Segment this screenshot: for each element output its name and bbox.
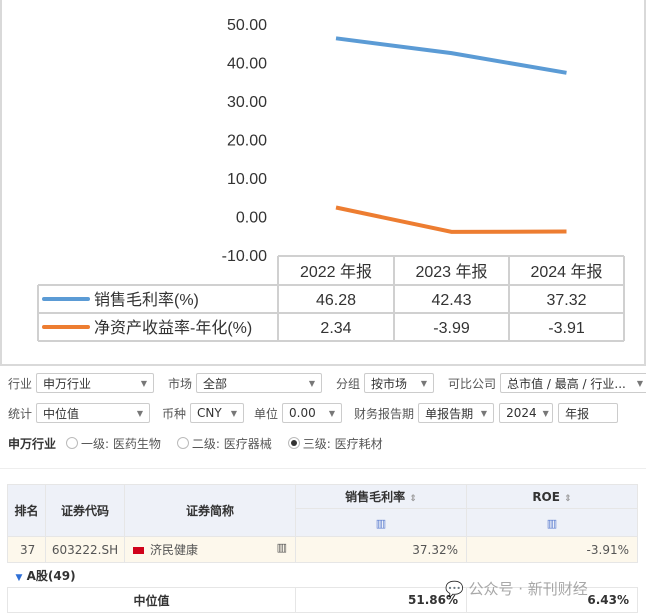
bar-chart-icon[interactable]: ▥ <box>277 541 287 554</box>
median-gross: 51.86% <box>295 587 467 613</box>
data-label: -3.91 <box>548 320 585 337</box>
col-gross[interactable]: 销售毛利率 ⇕ <box>295 484 467 509</box>
gross-chart-cell: ▥ <box>295 508 467 537</box>
table-row[interactable]: 37 603222.SH 济民健康 ▥ 37.32% -3.91% <box>7 536 638 563</box>
period-label: 财务报告期 <box>354 406 415 421</box>
level-label: 三级: 医疗耗材 <box>302 436 383 451</box>
stock-name[interactable]: 济民健康 <box>150 543 198 557</box>
col-roe-label: ROE <box>532 489 560 504</box>
chevron-down-icon: ▼ <box>420 378 428 388</box>
wechat-icon: 💬 <box>445 580 464 598</box>
industry-label: 行业 <box>8 376 33 391</box>
col-rank: 排名 <box>7 484 46 537</box>
level-radio-2[interactable]: 二级: 医疗器械 <box>176 435 272 452</box>
divider <box>0 468 646 469</box>
data-label: 2.34 <box>320 320 351 337</box>
flag-icon <box>133 547 144 554</box>
series-line <box>335 205 567 234</box>
industry-value: 申万行业 <box>43 376 92 391</box>
period-kind-select[interactable]: 年报 <box>558 403 619 423</box>
period-kind-value: 年报 <box>565 406 590 421</box>
chevron-down-icon: ▼ <box>328 408 336 418</box>
y-tick-label: 40.00 <box>227 56 267 73</box>
period-year-value: 2024 <box>506 406 537 420</box>
chart-panel: 50.00 40.00 30.00 20.00 10.00 0.00 -10.00 2022 … <box>0 0 646 366</box>
x-tick-label: 2022 年报 <box>300 263 372 281</box>
x-tick-label: 2023 年报 <box>415 263 487 281</box>
chevron-down-icon: ▼ <box>140 378 148 388</box>
gross-cell: 37.32% <box>295 536 467 563</box>
industry-select[interactable]: 申万行业 ▼ <box>36 373 155 393</box>
data-label: 46.28 <box>316 292 356 309</box>
chevron-down-icon: ▼ <box>308 378 316 388</box>
chevron-down-icon: ▼ <box>542 408 549 418</box>
group-label: 分组 <box>336 376 361 391</box>
name-cell: 济民健康 ▥ <box>124 536 296 563</box>
legend-label: 净资产收益率-年化(%) <box>94 319 252 337</box>
level-title: 申万行业 <box>8 436 57 451</box>
market-label: 市场 <box>168 376 193 391</box>
roe-cell: -3.91% <box>466 536 638 563</box>
period-type-value: 单报告期 <box>425 406 474 421</box>
chevron-down-icon: ▼ <box>636 378 644 388</box>
median-label: 中位值 <box>7 587 296 613</box>
col-gross-label: 销售毛利率 <box>345 490 406 504</box>
y-tick-label: 50.00 <box>227 17 267 34</box>
caret-down-icon[interactable]: ▼ <box>16 573 23 583</box>
y-tick-label: -10.00 <box>222 248 267 265</box>
unit-label: 单位 <box>254 406 279 421</box>
sort-icon[interactable]: ⇕ <box>409 494 417 504</box>
y-tick-label: 20.00 <box>227 133 267 150</box>
group-select[interactable]: 按市场 ▼ <box>364 373 435 393</box>
watermark-text: 公众号 · 新刊财经 <box>468 580 588 598</box>
peer-value: 总市值 / 最高 / 行业... <box>507 376 626 391</box>
data-label: -3.99 <box>433 320 470 337</box>
col-name: 证券简称 <box>124 484 296 537</box>
y-tick-label: 10.00 <box>227 171 267 188</box>
line-chart: 50.00 40.00 30.00 20.00 10.00 0.00 -10.00 2022 … <box>37 17 625 342</box>
currency-select[interactable]: CNY ▼ <box>190 403 245 423</box>
market-select[interactable]: 全部 ▼ <box>196 373 323 393</box>
group-label: A股(49) <box>26 568 76 583</box>
level-radio-3[interactable]: 三级: 医疗耗材 <box>287 435 383 452</box>
stat-value: 中位值 <box>43 406 80 421</box>
x-tick-label: 2024 年报 <box>530 263 602 281</box>
stat-label: 统计 <box>8 406 33 421</box>
currency-value: CNY <box>197 406 222 420</box>
series-line <box>335 36 567 75</box>
radio-icon <box>66 437 79 449</box>
level-label: 一级: 医药生物 <box>81 436 161 451</box>
level-radio-1[interactable]: 一级: 医药生物 <box>66 435 161 452</box>
radio-selected-icon <box>287 437 300 449</box>
period-year-select[interactable]: 2024 ▼ <box>499 403 554 423</box>
stat-select[interactable]: 中位值 ▼ <box>36 403 151 423</box>
watermark: 💬 公众号 · 新刊财经 <box>445 578 588 599</box>
bar-chart-icon[interactable]: ▥ <box>547 517 557 530</box>
code-cell: 603222.SH <box>45 536 125 563</box>
unit-value: 0.00 <box>289 406 316 420</box>
y-tick-label: 0.00 <box>236 210 267 227</box>
roe-chart-cell: ▥ <box>466 508 638 537</box>
legend-label: 销售毛利率(%) <box>94 291 199 309</box>
period-type-select[interactable]: 单报告期 ▼ <box>418 403 495 423</box>
peer-select[interactable]: 总市值 / 最高 / 行业... ▼ <box>500 373 646 393</box>
chevron-down-icon: ▼ <box>480 408 488 418</box>
currency-label: 币种 <box>162 406 187 421</box>
col-roe[interactable]: ROE ⇕ <box>466 484 638 509</box>
sort-icon[interactable]: ⇕ <box>564 494 572 504</box>
bar-chart-icon[interactable]: ▥ <box>376 517 386 530</box>
data-label: 42.43 <box>431 292 471 309</box>
rank-cell: 37 <box>7 536 46 563</box>
market-value: 全部 <box>203 376 228 391</box>
peer-label: 可比公司 <box>448 376 497 391</box>
y-tick-label: 30.00 <box>227 94 267 111</box>
level-label: 二级: 医疗器械 <box>191 436 272 451</box>
chevron-down-icon: ▼ <box>136 408 144 418</box>
data-label: 37.32 <box>546 292 586 309</box>
chevron-down-icon: ▼ <box>230 408 238 418</box>
unit-select[interactable]: 0.00 ▼ <box>282 403 343 423</box>
col-code: 证券代码 <box>45 484 125 537</box>
group-value: 按市场 <box>371 376 408 391</box>
radio-icon <box>176 437 189 449</box>
